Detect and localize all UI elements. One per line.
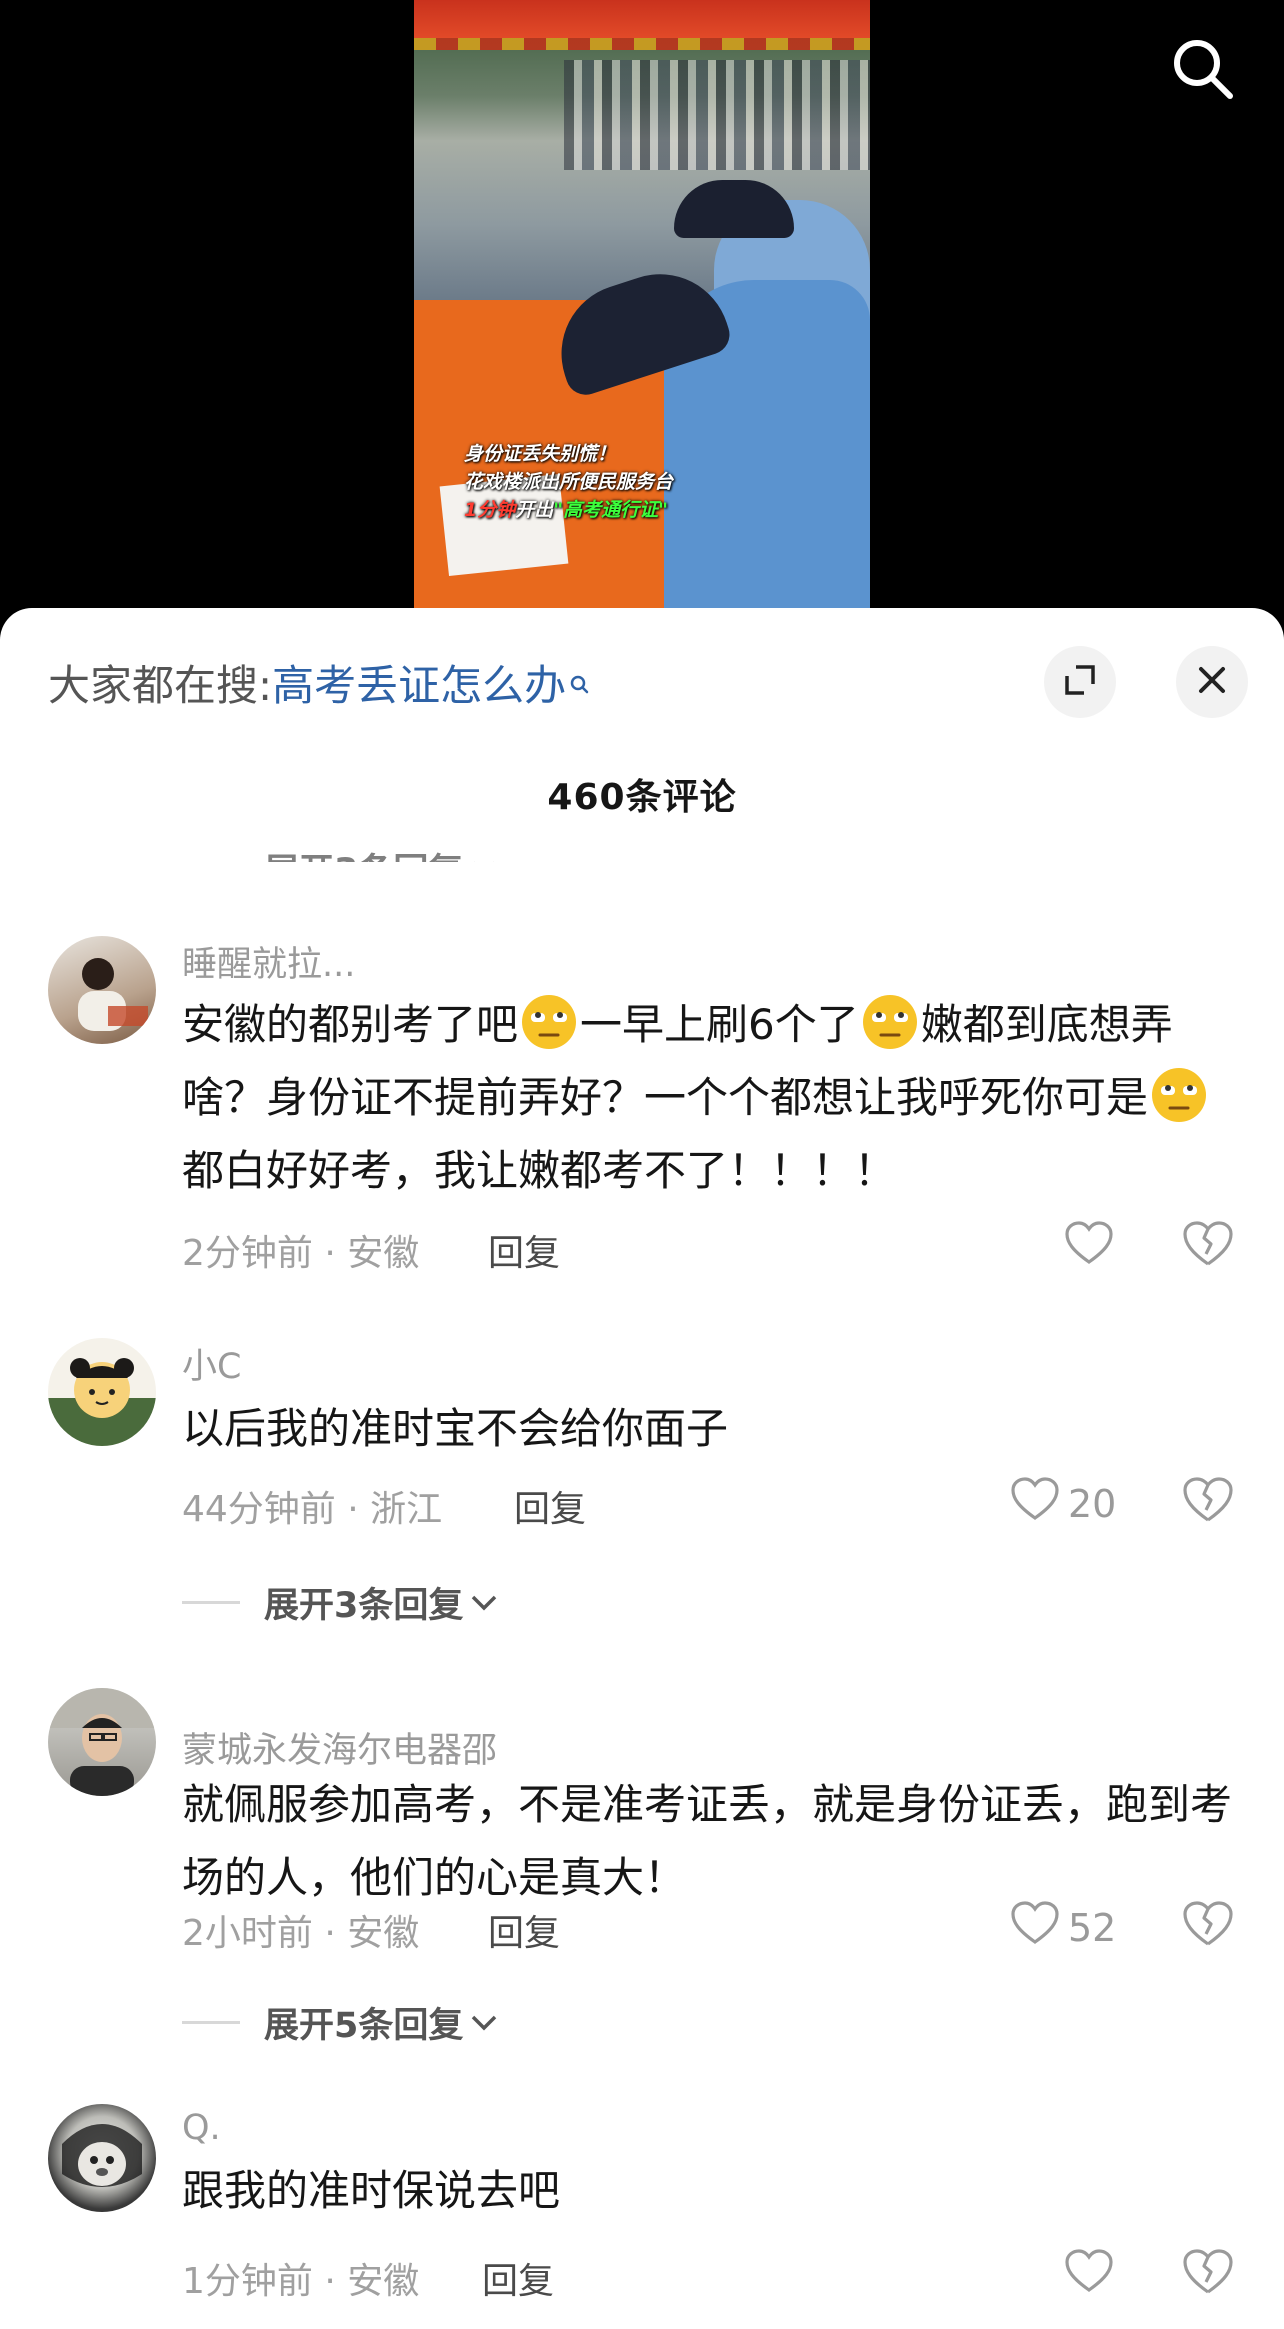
comment-meta: 2小时前 · 安徽 — [182, 1913, 420, 1954]
like-button[interactable]: 52 — [1010, 1900, 1116, 1955]
expand-replies-label: 展开5条回复 — [264, 2005, 464, 2046]
broken-heart-icon — [1180, 2249, 1236, 2304]
comment-text: 以后我的准时宝不会给你面子 — [182, 1404, 729, 1453]
comment-author[interactable]: 小C — [182, 1338, 241, 1389]
caption-line-2: 花戏楼派出所便民服务台 — [464, 471, 674, 493]
expand-replies[interactable]: 展开3条回复 — [182, 1580, 499, 1626]
chevron-down-icon — [469, 2002, 499, 2042]
avatar[interactable] — [48, 936, 156, 1044]
caption-line-1: 身份证丢失别慌！ — [464, 443, 617, 465]
divider — [182, 1600, 240, 1604]
expand-replies-label: 展开3条回复 — [264, 851, 464, 892]
officer-back-cap — [674, 180, 794, 238]
like-count: 20 — [1068, 1481, 1117, 1526]
broken-heart-icon — [1180, 1221, 1236, 1276]
heart-icon — [1010, 1476, 1060, 1531]
caption-quote: "高考通行证" — [553, 499, 669, 521]
divider — [182, 867, 240, 870]
suggested-search-prefix: 大家都在搜: — [48, 661, 273, 710]
expand-replies[interactable]: 展开5条回复 — [182, 2000, 499, 2046]
comment-text: 跟我的准时保说去吧 — [182, 2166, 561, 2215]
chevron-down-icon — [469, 1582, 499, 1622]
heart-icon — [1010, 1900, 1060, 1955]
caption-line-3: 1分钟开出"高考通行证" — [464, 496, 754, 524]
avatar[interactable] — [48, 2104, 156, 2212]
comment-text-part: 都白好好考，我让嫩都考不了！！！！ — [182, 1146, 897, 1195]
search-icon[interactable] — [1168, 34, 1238, 104]
rolling-eyes-emoji-icon — [1150, 1066, 1208, 1124]
dislike-button[interactable] — [1180, 1896, 1236, 1952]
tent-trim — [414, 38, 870, 50]
heart-icon — [1064, 2248, 1114, 2303]
suggested-search-keyword[interactable]: 高考丢证怎么办 — [272, 661, 566, 710]
comment-meta: 44分钟前 · 浙江 — [182, 1489, 443, 1530]
comment-text: 安徽的都别考了吧 一早上刷6个了 嫩都到底想弄啥？身份证不提前弄好？一个个都想让我呼… — [182, 988, 1232, 1207]
like-button[interactable] — [1064, 2248, 1114, 2303]
broken-heart-icon — [1180, 1477, 1236, 1532]
caption-highlight: 1分钟 — [464, 499, 516, 521]
reply-button[interactable]: 回复 — [488, 1224, 560, 1276]
heart-icon — [1064, 1220, 1114, 1275]
comment-text-part: 一早上刷6个了 — [580, 1000, 859, 1049]
comment-author[interactable]: 蒙城永发海尔电器邵 — [182, 1722, 497, 1773]
video-caption: 身份证丢失别慌！ 花戏楼派出所便民服务台 1分钟开出"高考通行证" — [464, 440, 754, 524]
broken-heart-icon — [1180, 1901, 1236, 1956]
expand-replies-label: 展开3条回复 — [264, 1585, 464, 1626]
expand-icon — [1063, 663, 1097, 701]
close-button[interactable] — [1176, 646, 1248, 718]
like-count: 52 — [1068, 1905, 1117, 1950]
avatar[interactable] — [48, 1338, 156, 1446]
reply-button[interactable]: 回复 — [488, 1904, 560, 1956]
comment-meta: 2分钟前 · 安徽 — [182, 1233, 420, 1274]
expand-button[interactable] — [1044, 646, 1116, 718]
rolling-eyes-emoji-icon — [861, 993, 919, 1051]
like-button[interactable] — [1064, 1220, 1114, 1275]
comment-text: 就佩服参加高考，不是准考证丢，就是身份证丢，跑到考场的人，他们的心是真大！ — [182, 1780, 1233, 1902]
caption-mid: 开出 — [515, 499, 554, 521]
comment-text-part: 安徽的都别考了吧 — [182, 1000, 519, 1049]
divider — [182, 2020, 240, 2024]
reply-button[interactable]: 回复 — [482, 2252, 554, 2304]
tent-roof — [414, 0, 870, 38]
dislike-button[interactable] — [1180, 1472, 1236, 1528]
close-icon — [1197, 665, 1227, 699]
crowd-background — [564, 60, 870, 170]
comment-author[interactable]: 睡醒就拉... — [182, 936, 355, 987]
comment-sheet: 大家都在搜:高考丢证怎么办 460条评论 展开3条回复 睡醒就拉... 安徽的都… — [0, 608, 1284, 2329]
dislike-button[interactable] — [1180, 1216, 1236, 1272]
avatar[interactable] — [48, 1688, 156, 1796]
video-frame[interactable]: 身份证丢失别慌！ 花戏楼派出所便民服务台 1分钟开出"高考通行证" — [414, 0, 870, 640]
comment-meta: 1分钟前 · 安徽 — [182, 2261, 420, 2302]
video-player[interactable]: 身份证丢失别慌！ 花戏楼派出所便民服务台 1分钟开出"高考通行证" — [0, 0, 1284, 640]
like-button[interactable]: 20 — [1010, 1476, 1116, 1531]
reply-button[interactable]: 回复 — [514, 1480, 586, 1532]
dislike-button[interactable] — [1180, 2244, 1236, 2300]
comment-count: 460条评论 — [547, 777, 737, 818]
expand-replies-top[interactable]: 展开3条回复 — [182, 846, 499, 870]
comment-author[interactable]: Q. — [182, 2108, 221, 2148]
suggested-search[interactable]: 大家都在搜:高考丢证怎么办 — [48, 652, 590, 710]
rolling-eyes-emoji-icon — [520, 993, 578, 1051]
chevron-down-icon — [469, 848, 499, 862]
search-small-icon — [570, 658, 590, 707]
